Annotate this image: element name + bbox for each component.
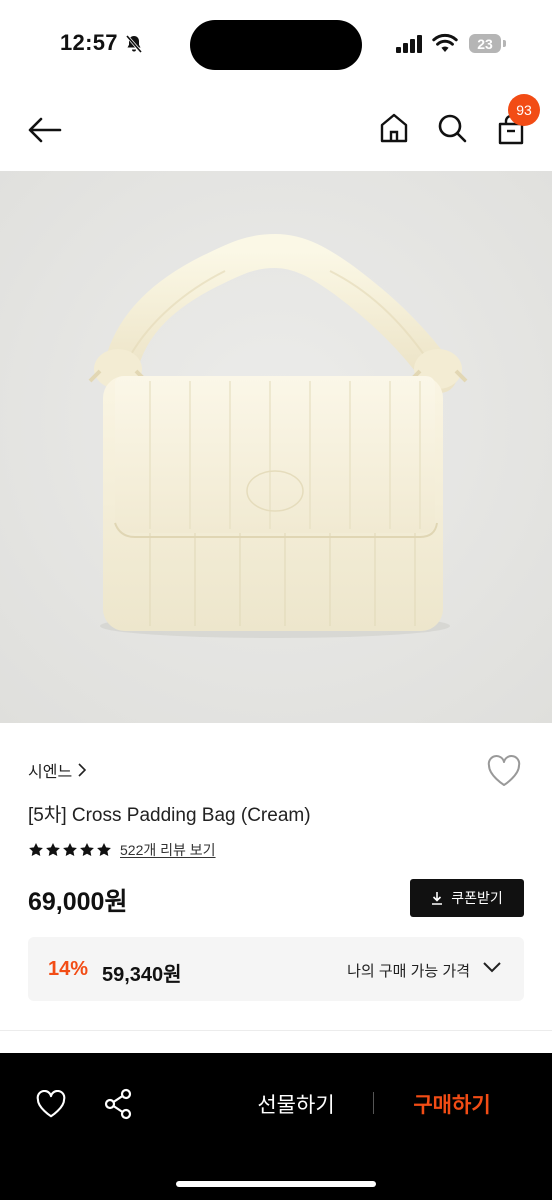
heart-icon	[487, 755, 521, 786]
share-button[interactable]	[98, 1083, 138, 1125]
review-link[interactable]: 522개 리뷰 보기	[120, 840, 216, 860]
wifi-icon	[432, 33, 458, 52]
coupon-button[interactable]: 쿠폰받기	[410, 879, 524, 917]
dynamic-island	[190, 20, 362, 70]
brand-name: 시엔느	[28, 764, 73, 781]
signal-icon	[396, 35, 422, 53]
wishlist-button[interactable]	[484, 752, 524, 790]
battery-tip	[503, 40, 506, 47]
cart-count-badge: 93	[508, 94, 540, 126]
chevron-right-icon	[78, 763, 87, 777]
bottom-action-bar: 선물하기 구매하기	[0, 1053, 552, 1200]
coupon-label: 쿠폰받기	[451, 890, 503, 906]
star-icon	[80, 843, 94, 856]
rating-row: 522개 리뷰 보기	[28, 840, 216, 860]
discount-price: 59,340원	[102, 964, 182, 986]
back-button[interactable]	[24, 112, 66, 148]
brand-link[interactable]: 시엔느	[28, 758, 87, 782]
home-icon	[380, 113, 408, 143]
discount-label: 나의 구매 가능 가격	[347, 963, 470, 980]
download-icon	[432, 892, 443, 905]
star-icon	[97, 843, 111, 856]
bell-mute-icon	[125, 35, 143, 53]
status-time: 12:57	[60, 30, 118, 55]
nav-bar	[0, 90, 552, 170]
star-icon	[46, 843, 60, 856]
search-icon	[438, 114, 467, 143]
chevron-down-icon	[483, 962, 501, 973]
back-arrow-icon	[28, 117, 62, 143]
star-icon	[29, 843, 43, 856]
status-bar: 12:57 23	[0, 0, 552, 90]
bottom-wishlist-button[interactable]	[30, 1085, 72, 1123]
product-photo	[0, 171, 552, 723]
bottom-divider	[373, 1092, 374, 1114]
search-button[interactable]	[432, 108, 472, 148]
gift-button[interactable]: 선물하기	[236, 1087, 356, 1121]
buy-button[interactable]: 구매하기	[392, 1087, 512, 1121]
price: 69,000원	[28, 888, 128, 916]
product-title: [5차] Cross Padding Bag (Cream)	[28, 805, 311, 826]
share-icon	[104, 1088, 132, 1120]
home-button[interactable]	[374, 108, 414, 148]
heart-icon	[36, 1090, 66, 1118]
home-indicator	[176, 1181, 376, 1187]
discount-rate: 14%	[48, 958, 89, 980]
discount-price-box[interactable]: 14% 59,340원 나의 구매 가능 가격	[28, 937, 524, 1001]
product-image[interactable]	[0, 171, 552, 723]
section-divider	[0, 1030, 552, 1031]
star-icon	[63, 843, 77, 856]
rating-stars	[28, 842, 112, 858]
battery-indicator: 23	[469, 34, 501, 53]
